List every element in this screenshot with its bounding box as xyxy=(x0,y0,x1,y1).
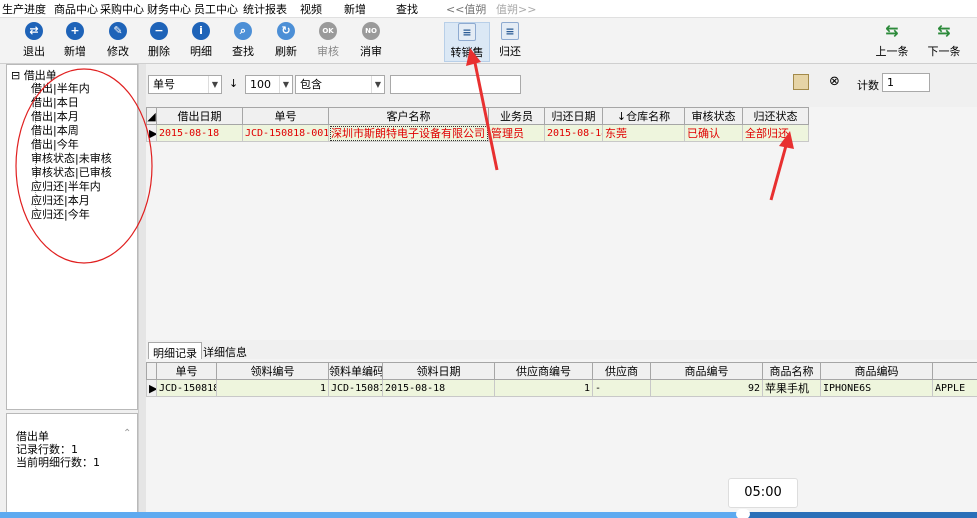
time-display: 05:00 xyxy=(728,478,798,508)
menu-finance[interactable]: 财务中心 xyxy=(147,1,191,17)
splitter[interactable] xyxy=(138,64,146,518)
exit-button[interactable]: ⇄ 退出 xyxy=(14,22,54,62)
operator-select[interactable]: 包含 ▼ xyxy=(295,75,385,94)
refresh-icon: ↻ xyxy=(277,22,295,40)
main-table: ◢ 借出日期 单号 客户名称 业务员 归还日期 ↓仓库名称 审核状态 归还状态 … xyxy=(146,107,809,142)
menu-bar: 生产进度 商品中心 采购中心 财务中心 员工中心 统计报表 视频 新增 查找 <… xyxy=(0,0,977,18)
column-header[interactable]: 单号 xyxy=(156,362,217,380)
unapprove-button[interactable]: NO 消审 xyxy=(351,22,391,62)
search-input[interactable] xyxy=(390,75,521,94)
binoculars-icon[interactable]: ⊗ xyxy=(829,74,840,89)
video-progress-bar[interactable] xyxy=(0,509,977,518)
menu-purchase[interactable]: 采购中心 xyxy=(100,1,144,17)
menu-reports[interactable]: 统计报表 xyxy=(243,1,287,17)
tab-detail-records[interactable]: 明细记录 xyxy=(148,342,202,360)
detail-grid: 单号 领料编号 领料单编码 领料日期 供应商编号 供应商 商品编号 商品名称 商… xyxy=(146,359,977,518)
progress-handle[interactable] xyxy=(735,509,750,518)
column-header[interactable]: 客户名称 xyxy=(328,107,489,125)
delete-button[interactable]: − 删除 xyxy=(139,22,179,62)
menu-staff[interactable]: 员工中心 xyxy=(194,1,238,17)
menu-find[interactable]: 查找 xyxy=(396,1,418,17)
tree-item[interactable]: 应归还|今年 xyxy=(31,206,90,222)
collapse-toggle-icon[interactable]: ⊟ xyxy=(11,69,20,82)
count-field[interactable]: 1 xyxy=(882,73,930,92)
column-header[interactable]: 归还日期 xyxy=(544,107,603,125)
to-sales-icon: ≡ xyxy=(458,23,476,41)
detail-table: 单号 领料编号 领料单编码 领料日期 供应商编号 供应商 商品编号 商品名称 商… xyxy=(146,362,977,397)
column-header[interactable]: 业务员 xyxy=(488,107,545,125)
column-header[interactable]: 归还状态 xyxy=(742,107,809,125)
column-header[interactable]: 供应商 xyxy=(592,362,651,380)
menu-new[interactable]: 新增 xyxy=(344,1,366,17)
column-header[interactable]: 商品编码 xyxy=(820,362,933,380)
chevron-down-icon: ▼ xyxy=(279,76,292,93)
column-header[interactable]: 领料编号 xyxy=(216,362,329,380)
next-record-button[interactable]: ⇆ 下一条 xyxy=(924,22,964,62)
chevron-down-icon: ▼ xyxy=(371,76,384,93)
unapprove-icon: NO xyxy=(362,22,380,40)
add-icon: + xyxy=(66,22,84,40)
detail-count: 当前明细行数：1 xyxy=(16,456,100,469)
arrow-right-icon: ⇆ xyxy=(937,21,951,40)
edit-button[interactable]: ✎ 修改 xyxy=(98,22,138,62)
refresh-button[interactable]: ↻ 刷新 xyxy=(266,22,306,62)
prev-record-button[interactable]: ⇆ 上一条 xyxy=(872,22,912,62)
row-header-corner xyxy=(146,362,157,380)
column-header[interactable]: 领料日期 xyxy=(382,362,495,380)
search-icon: ⌕ xyxy=(234,22,252,40)
edit-icon: ✎ xyxy=(109,22,127,40)
column-header[interactable]: 商品名称 xyxy=(762,362,821,380)
column-header[interactable]: ↓仓库名称 xyxy=(602,107,685,125)
limit-select[interactable]: 100 ▼ xyxy=(245,75,293,94)
find-record-icon[interactable] xyxy=(793,74,809,90)
column-header[interactable]: 供应商编号 xyxy=(494,362,593,380)
menu-products[interactable]: 商品中心 xyxy=(54,1,98,17)
detail-button[interactable]: i 明细 xyxy=(181,22,221,62)
detail-icon: i xyxy=(192,22,210,40)
scroll-up-icon[interactable]: ⌃ xyxy=(123,428,131,439)
summary-panel: 借出单 记录行数：1 当前明细行数：1 ⌃ xyxy=(6,413,138,513)
arrow-left-icon: ⇆ xyxy=(885,21,899,40)
return-button[interactable]: ≡ 归还 xyxy=(490,22,530,62)
row-pointer-icon: ▶ xyxy=(146,379,157,397)
main-header-row: ◢ 借出日期 单号 客户名称 业务员 归还日期 ↓仓库名称 审核状态 归还状态 xyxy=(146,107,809,125)
main-grid: ◢ 借出日期 单号 客户名称 业务员 归还日期 ↓仓库名称 审核状态 归还状态 … xyxy=(146,107,977,340)
chevron-down-icon: ▼ xyxy=(208,76,221,93)
row-header-corner: ◢ xyxy=(146,107,157,125)
menu-next-page[interactable]: 值朔>> xyxy=(496,1,536,17)
menu-video[interactable]: 视频 xyxy=(300,1,322,17)
approve-button[interactable]: OK 审核 xyxy=(308,22,348,62)
count-label: 计数 xyxy=(857,79,879,92)
table-row[interactable]: ▶ JCD-150818- 1 JCD-150818- 2015-08-18 1… xyxy=(146,379,977,397)
toolbar: ⇄ 退出 + 新增 ✎ 修改 − 删除 i 明细 ⌕ 查找 ↻ 刷新 OK 审核… xyxy=(0,18,977,64)
delete-icon: − xyxy=(150,22,168,40)
column-header[interactable]: 领料单编码 xyxy=(328,362,383,380)
column-header[interactable]: 审核状态 xyxy=(684,107,743,125)
column-header[interactable]: 商品编号 xyxy=(650,362,763,380)
category-tree: ⊟ 借出单 借出|半年内 借出|本日 借出|本月 借出|本周 借出|今年 审核状… xyxy=(6,64,138,410)
progress-fill xyxy=(0,512,743,518)
column-header[interactable] xyxy=(932,362,977,380)
return-icon: ≡ xyxy=(501,22,519,40)
add-button[interactable]: + 新增 xyxy=(55,22,95,62)
menu-prev-page[interactable]: <<值朔 xyxy=(446,1,486,17)
sort-arrow-icon[interactable]: ↓ xyxy=(229,77,238,90)
search-button[interactable]: ⌕ 查找 xyxy=(223,22,263,62)
to-sales-button[interactable]: ≡ 转销售 xyxy=(444,22,490,62)
menu-production[interactable]: 生产进度 xyxy=(2,1,46,17)
table-row[interactable]: ▶ 2015-08-18 JCD-150818-001 深圳市斯朗特电子设备有限… xyxy=(146,124,809,142)
column-header[interactable]: 借出日期 xyxy=(156,107,243,125)
column-header[interactable]: 单号 xyxy=(242,107,329,125)
exit-icon: ⇄ xyxy=(25,22,43,40)
detail-header-row: 单号 领料编号 领料单编码 领料日期 供应商编号 供应商 商品编号 商品名称 商… xyxy=(146,362,977,380)
row-pointer-icon: ▶ xyxy=(146,124,157,142)
approve-icon: OK xyxy=(319,22,337,40)
field-select[interactable]: 单号 ▼ xyxy=(148,75,222,94)
tab-detail-info[interactable]: 详细信息 xyxy=(199,342,251,359)
